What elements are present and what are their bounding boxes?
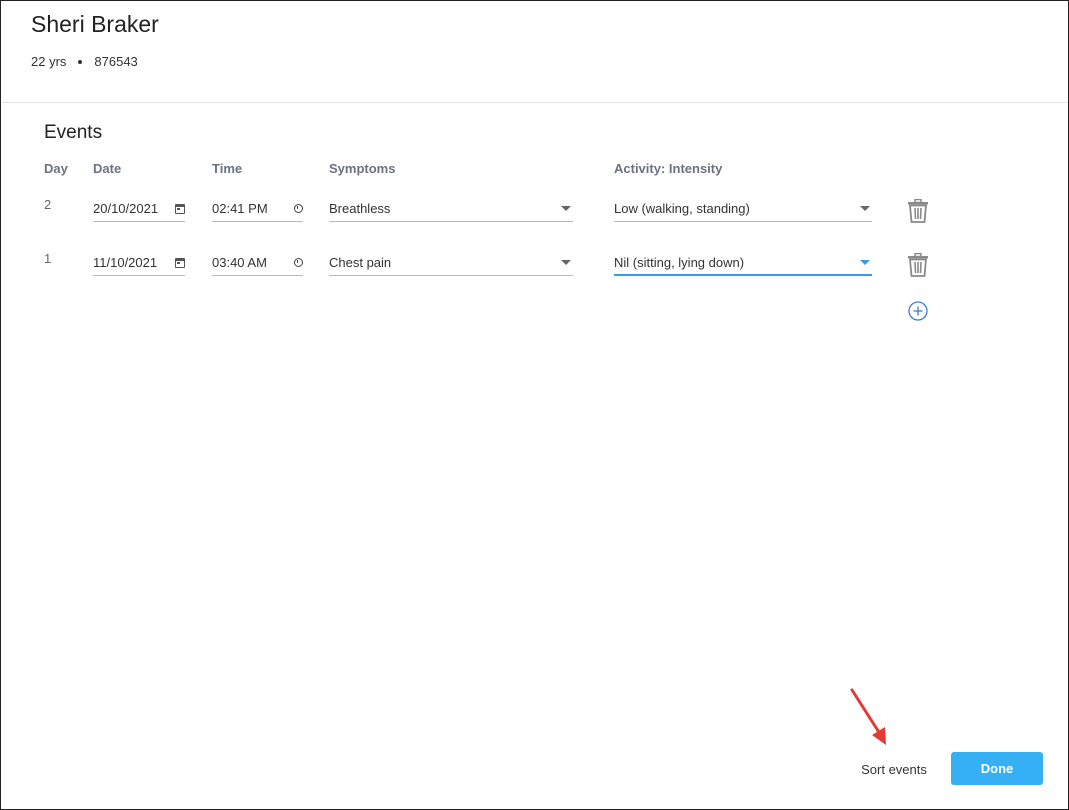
date-value: 20/10/2021 — [93, 201, 159, 216]
time-value: 03:40 AM — [212, 255, 267, 270]
trash-icon[interactable] — [907, 199, 929, 223]
clock-icon[interactable] — [294, 258, 303, 267]
patient-meta: 22 yrs 876543 — [31, 54, 138, 69]
sort-events-button[interactable]: Sort events — [851, 753, 937, 785]
date-field[interactable]: 20/10/2021 — [93, 196, 185, 222]
annotation-arrow — [850, 688, 886, 745]
events-title: Events — [44, 122, 103, 143]
time-value: 02:41 PM — [212, 201, 268, 216]
symptom-value: Chest pain — [329, 255, 392, 270]
patient-age: 22 yrs — [31, 54, 67, 69]
activity-select[interactable]: Nil (sitting, lying down) — [614, 250, 872, 276]
calendar-icon[interactable] — [175, 257, 185, 268]
event-day: 1 — [44, 251, 52, 266]
patient-name: Sheri Braker — [31, 11, 159, 37]
activity-value: Low (walking, standing) — [614, 201, 750, 216]
column-header-day: Day — [44, 161, 68, 176]
activity-select[interactable]: Low (walking, standing) — [614, 196, 872, 222]
symptom-select[interactable]: Chest pain — [329, 250, 573, 276]
chevron-down-icon — [561, 206, 571, 211]
header-divider — [2, 102, 1068, 103]
symptom-value: Breathless — [329, 201, 391, 216]
date-field[interactable]: 11/10/2021 — [93, 250, 185, 276]
column-header-time: Time — [212, 161, 243, 176]
symptom-select[interactable]: Breathless — [329, 196, 573, 222]
clock-icon[interactable] — [294, 204, 303, 213]
calendar-icon[interactable] — [175, 203, 185, 214]
column-header-activity: Activity: Intensity — [614, 161, 723, 176]
chevron-down-icon — [860, 206, 870, 211]
chevron-down-icon — [561, 260, 571, 265]
plus-circle-icon[interactable] — [908, 301, 928, 321]
event-day: 2 — [44, 197, 52, 212]
chevron-down-icon — [860, 259, 870, 265]
time-field[interactable]: 03:40 AM — [212, 250, 303, 276]
activity-value: Nil (sitting, lying down) — [614, 254, 745, 270]
column-header-symptoms: Symptoms — [329, 161, 396, 176]
date-value: 11/10/2021 — [93, 255, 158, 270]
trash-icon[interactable] — [907, 253, 929, 277]
dialog: Sheri Braker 22 yrs 876543 Events Day Da… — [0, 0, 1069, 810]
patient-id: 876543 — [94, 54, 138, 69]
column-header-date: Date — [93, 161, 122, 176]
separator-dot — [78, 59, 83, 64]
time-field[interactable]: 02:41 PM — [212, 196, 303, 222]
done-button[interactable]: Done — [951, 752, 1043, 785]
